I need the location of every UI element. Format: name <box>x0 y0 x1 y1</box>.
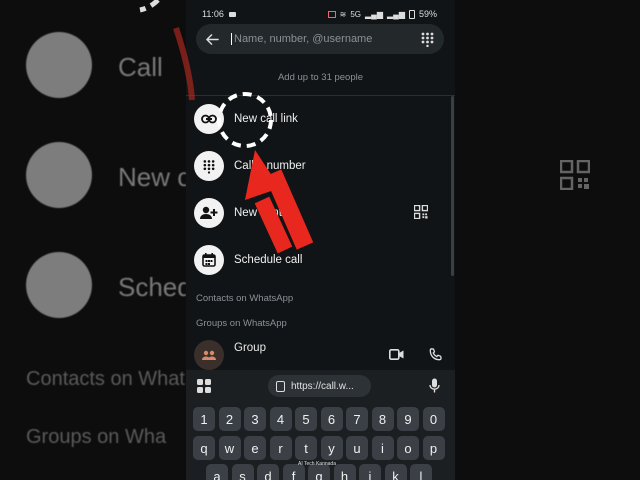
new-call-link-row[interactable]: New call link <box>194 102 444 136</box>
video-record-icon <box>228 11 236 17</box>
key-k[interactable]: k <box>384 464 407 480</box>
bg-dialpad-icon <box>26 32 92 98</box>
phone-screen: 11:06 ≋ 5G ▂▄▆ ▂▄▆ 59% Add up to 31 peo <box>186 0 455 480</box>
groups-section-header: Groups on WhatsApp <box>196 318 287 329</box>
bg-calendar-icon <box>26 252 92 318</box>
key-4[interactable]: 4 <box>269 407 292 431</box>
key-7[interactable]: 7 <box>346 407 368 431</box>
cast-icon <box>327 10 336 18</box>
divider <box>186 95 455 96</box>
key-3[interactable]: 3 <box>244 407 266 431</box>
key-i[interactable]: i <box>371 436 394 460</box>
schedule-call-row[interactable]: Schedule call <box>194 243 444 277</box>
voice-call-icon[interactable] <box>429 348 442 361</box>
signal-icon: ▂▄▆ <box>365 9 383 19</box>
key-a[interactable]: a <box>206 464 228 480</box>
new-call-link-label: New call link <box>234 113 298 125</box>
contacts-section-header: Contacts on WhatsApp <box>196 293 294 304</box>
key-p[interactable]: p <box>422 436 445 460</box>
bg-groups-section: Groups on Wha <box>26 426 167 448</box>
key-w[interactable]: w <box>218 436 241 460</box>
video-call-icon[interactable] <box>389 349 404 360</box>
key-d[interactable]: d <box>257 464 279 480</box>
call-number-row[interactable]: Call a number <box>194 149 444 183</box>
background-left: Call New c Sched Contacts on Whats Group… <box>0 0 186 480</box>
back-arrow-icon[interactable] <box>206 33 219 46</box>
scrollbar[interactable] <box>451 96 454 276</box>
key-y[interactable]: y <box>320 436 343 460</box>
bg-schedule-text: Sched <box>118 272 186 302</box>
watermark: AI Tech Kannada <box>298 461 336 467</box>
group-list-item[interactable]: Group <box>194 338 444 372</box>
status-time: 11:06 <box>202 9 224 19</box>
dialpad-toggle-icon[interactable] <box>421 32 434 47</box>
qr-code-icon[interactable] <box>414 205 428 219</box>
key-r[interactable]: r <box>269 436 292 460</box>
keyboard-toolbar: https://call.w... <box>186 370 455 402</box>
microphone-icon[interactable] <box>429 378 440 393</box>
calendar-icon <box>194 245 224 275</box>
bg-qr-icon <box>560 160 590 190</box>
bg-new-contact-text: New c <box>118 162 186 192</box>
clipboard-link-icon <box>276 380 285 392</box>
key-q[interactable]: q <box>193 436 215 460</box>
battery-icon <box>408 9 415 19</box>
battery-percent: 59% <box>418 9 437 19</box>
key-6[interactable]: 6 <box>320 407 343 431</box>
background-right <box>455 0 640 480</box>
url-suggestion-text: https://call.w... <box>291 380 354 392</box>
add-people-hint: Add up to 31 people <box>277 72 364 83</box>
key-u[interactable]: u <box>346 436 368 460</box>
add-person-icon <box>194 198 224 228</box>
keyboard: 1234567890 qwertyuiop asdfghjkl <box>186 402 455 480</box>
key-o[interactable]: o <box>397 436 419 460</box>
network-label: 5G <box>350 9 362 19</box>
key-8[interactable]: 8 <box>371 407 394 431</box>
bg-add-person-icon <box>26 142 92 208</box>
key-9[interactable]: 9 <box>397 407 419 431</box>
key-2[interactable]: 2 <box>218 407 241 431</box>
search-bar <box>196 24 444 54</box>
key-l[interactable]: l <box>410 464 432 480</box>
key-h[interactable]: h <box>333 464 356 480</box>
key-j[interactable]: j <box>359 464 381 480</box>
key-1[interactable]: 1 <box>193 407 215 431</box>
dialpad-icon <box>194 151 224 181</box>
signal-icon-2: ▂▄▆ <box>387 9 405 19</box>
link-icon <box>194 104 224 134</box>
search-input[interactable] <box>231 33 421 45</box>
key-t[interactable]: t <box>295 436 317 460</box>
apps-grid-icon[interactable] <box>197 379 211 393</box>
wifi-icon: ≋ <box>339 9 347 19</box>
key-5[interactable]: 5 <box>295 407 317 431</box>
key-e[interactable]: e <box>244 436 266 460</box>
group-name: Group <box>234 342 266 354</box>
call-number-label: Call a number <box>234 160 306 172</box>
bg-contacts-section: Contacts on Whats <box>26 368 186 390</box>
bg-call-text: Call <box>118 52 163 82</box>
schedule-call-label: Schedule call <box>234 254 303 266</box>
key-s[interactable]: s <box>231 464 254 480</box>
key-0[interactable]: 0 <box>422 407 445 431</box>
new-contact-row[interactable]: New contact <box>194 196 444 230</box>
url-suggestion-chip[interactable]: https://call.w... <box>268 375 371 397</box>
group-avatar <box>194 340 224 370</box>
new-contact-label: New contact <box>234 207 298 219</box>
